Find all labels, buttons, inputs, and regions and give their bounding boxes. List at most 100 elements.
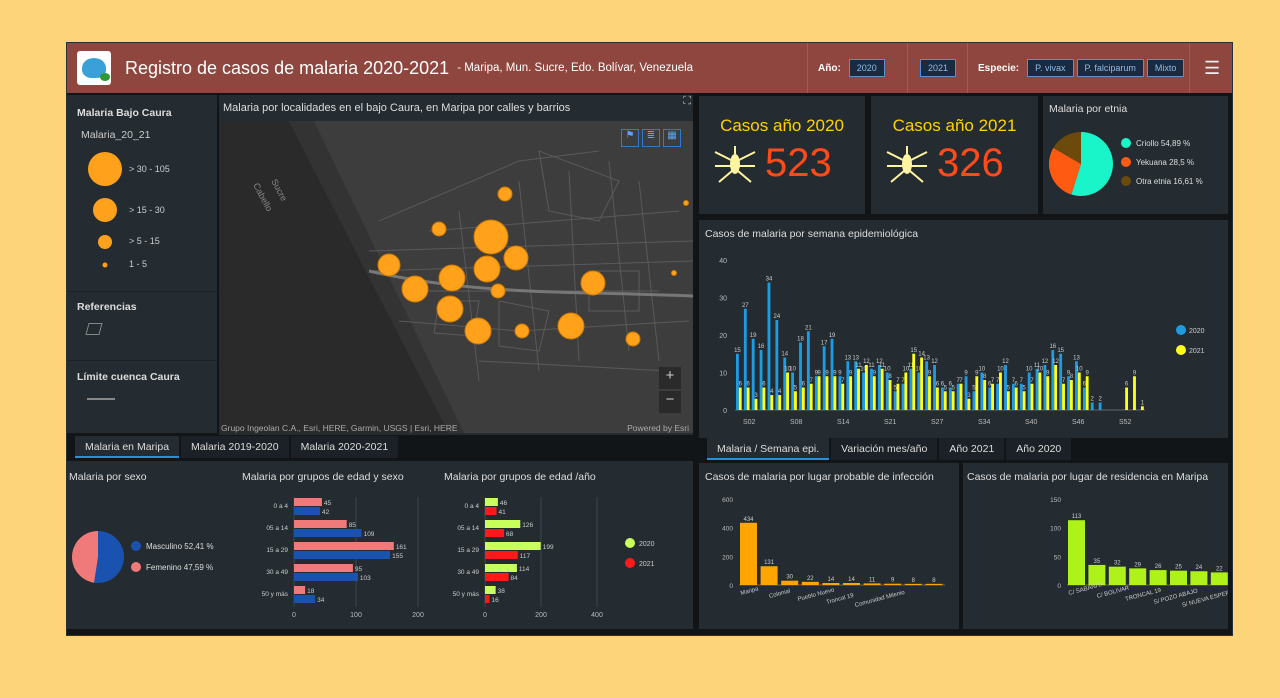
data-label: 10 <box>1037 367 1044 373</box>
data-label: 10 <box>902 367 909 373</box>
data-label: 7 <box>841 378 845 384</box>
bar <box>972 391 976 410</box>
category-label: Maripa <box>740 586 760 597</box>
zoom-out-button[interactable]: − <box>659 391 681 413</box>
bar <box>781 580 799 585</box>
bar <box>1085 376 1089 410</box>
bar <box>991 383 994 410</box>
map-canvas[interactable]: Sucre Cabello ⚑ ≣ ▦ + − Grupo Ingeolan C… <box>219 121 693 433</box>
y-tick-label: 0 <box>1057 583 1061 590</box>
data-label: 2 <box>1091 397 1095 403</box>
bar <box>1149 570 1167 585</box>
bar <box>857 368 860 410</box>
zoom-in-button[interactable]: + <box>659 367 681 389</box>
data-label: 34 <box>317 597 325 604</box>
bar <box>1068 520 1085 585</box>
data-label: 84 <box>511 575 519 582</box>
category-label: 05 a 14 <box>266 525 288 532</box>
bar <box>975 376 979 410</box>
bar <box>485 542 541 550</box>
legend-circle-large <box>88 152 122 186</box>
data-label: 35 <box>1094 559 1101 565</box>
bar <box>806 331 810 410</box>
data-label: 6 <box>1125 382 1129 388</box>
bar <box>1170 570 1187 585</box>
app-logo <box>77 51 111 85</box>
tab-variacion-mes-ano[interactable]: Variación mes/año <box>831 438 938 460</box>
x-tick-label: 200 <box>412 612 424 619</box>
tab-malaria-semana-epi[interactable]: Malaria / Semana epi. <box>707 438 830 460</box>
age-sex-chart: 0 100 200 0 a 4 45 42 05 a 14 85 109 15 a 29 161 15… <box>262 497 424 619</box>
mosquito-icon <box>886 146 928 183</box>
category-label: 50 y más <box>262 591 289 598</box>
data-label: 13 <box>1073 355 1080 361</box>
data-label: 14 <box>848 577 855 583</box>
data-label: 32 <box>1114 561 1121 567</box>
tab-malaria-2020-2021[interactable]: Malaria 2020-2021 <box>290 436 399 458</box>
year-2021-button[interactable]: 2021 <box>920 59 957 77</box>
page-subtitle: - Maripa, Mun. Sucre, Edo. Bolívar, Vene… <box>457 62 694 74</box>
data-label: 7 <box>1062 378 1066 384</box>
tab-ano-2021[interactable]: Año 2021 <box>939 438 1005 460</box>
category-label: Colonial <box>769 589 792 600</box>
hamburger-menu-icon[interactable]: ☰ <box>1204 58 1220 79</box>
legend-label: Criollo 54,89 % <box>1136 138 1191 148</box>
data-label: 8 <box>983 374 987 380</box>
species-filter: Especie: P. vivax P. falciparum Mixto <box>967 43 1187 93</box>
bar <box>928 376 931 410</box>
bar <box>743 308 747 410</box>
bar <box>786 372 789 410</box>
data-label: 7 <box>1030 378 1034 384</box>
right-tab-bar: Malaria / Semana epi. Variación mes/año … <box>707 438 1073 460</box>
species-vivax-button[interactable]: P. vivax <box>1027 59 1074 77</box>
bar <box>896 383 900 410</box>
bookmark-icon[interactable]: ⚑ <box>621 129 639 147</box>
header-bar: Registro de casos de malaria 2020-2021 -… <box>67 43 1232 93</box>
bar <box>1014 387 1018 410</box>
basemap-gallery-icon[interactable]: ▦ <box>663 129 681 147</box>
bar <box>746 387 750 410</box>
expand-icon[interactable]: ⛶ <box>683 95 691 108</box>
bar <box>988 387 992 410</box>
legend-label: Femenino 47,59 % <box>146 562 214 572</box>
layer-list-icon[interactable]: ≣ <box>642 129 660 147</box>
bar <box>760 566 778 585</box>
data-label: 9 <box>964 370 968 376</box>
data-label: 24 <box>773 314 780 320</box>
data-label: 5 <box>944 385 948 391</box>
bar <box>833 376 837 410</box>
data-label: 15 <box>1057 348 1064 354</box>
bar <box>1011 383 1015 410</box>
data-label: 45 <box>324 500 332 507</box>
x-tick-label: S40 <box>1025 419 1038 426</box>
data-label: 7 <box>810 378 814 384</box>
legend-dot <box>1121 138 1131 148</box>
data-label: 12 <box>1052 359 1059 365</box>
tab-malaria-en-maripa[interactable]: Malaria en Maripa <box>75 436 180 458</box>
map-title: Malaria por localidades en el bajo Caura… <box>223 102 571 114</box>
y-tick-label: 200 <box>722 554 733 561</box>
data-label: 3 <box>967 393 971 399</box>
legend-circle-tiny <box>102 262 108 268</box>
legend-dot <box>625 538 635 548</box>
tab-malaria-2019-2020[interactable]: Malaria 2019-2020 <box>181 436 289 458</box>
sex-title: Malaria por sexo <box>69 471 147 483</box>
data-label: 9 <box>928 370 932 376</box>
species-mixto-button[interactable]: Mixto <box>1146 59 1185 77</box>
x-tick-label: 400 <box>591 612 603 619</box>
ethnic-title: Malaria por etnia <box>1049 103 1128 115</box>
data-label: 434 <box>743 517 754 523</box>
bar <box>951 391 955 410</box>
tab-ano-2020[interactable]: Año 2020 <box>1006 438 1072 460</box>
sex-legend: Masculino 52,41 % Femenino 47,59 % <box>131 541 214 583</box>
bar <box>925 361 929 410</box>
bar <box>1067 376 1070 410</box>
data-label: 10 <box>997 367 1004 373</box>
legend-dot <box>1121 176 1131 186</box>
species-falciparum-button[interactable]: P. falciparum <box>1076 59 1144 77</box>
category-label: 15 a 29 <box>457 547 479 554</box>
bar <box>294 564 353 572</box>
category-label: 0 a 4 <box>274 503 289 510</box>
bar <box>1030 383 1034 410</box>
year-2020-button[interactable]: 2020 <box>848 59 885 77</box>
